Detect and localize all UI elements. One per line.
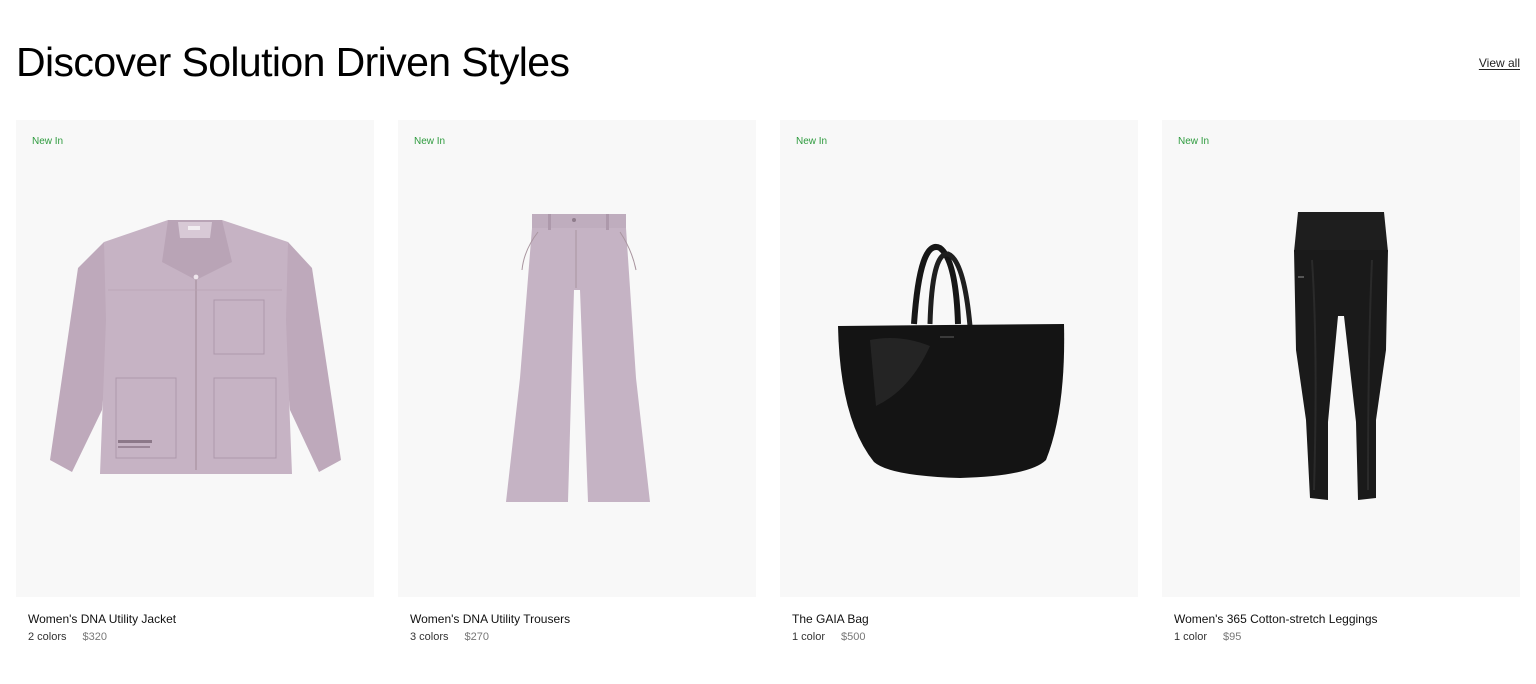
product-price: $270 bbox=[464, 631, 490, 643]
product-image[interactable]: New In bbox=[780, 120, 1138, 597]
product-info: Women's 365 Cotton-stretch Leggings 1 co… bbox=[1162, 597, 1520, 644]
product-info: The GAIA Bag 1 color $500 bbox=[780, 597, 1138, 644]
product-price: $320 bbox=[82, 631, 108, 643]
product-name[interactable]: The GAIA Bag bbox=[792, 612, 1126, 627]
trousers-icon bbox=[506, 214, 650, 502]
tote-bag-icon bbox=[838, 244, 1065, 478]
product-image[interactable]: New In bbox=[398, 120, 756, 597]
section-title: Discover Solution Driven Styles bbox=[16, 39, 570, 85]
product-name[interactable]: Women's DNA Utility Trousers bbox=[410, 612, 744, 627]
color-count: 1 color bbox=[1174, 631, 1208, 643]
product-card[interactable]: New In The GAIA Bag 1 color $500 bbox=[780, 120, 1138, 644]
new-in-badge: New In bbox=[796, 136, 828, 147]
color-count: 3 colors bbox=[410, 631, 449, 643]
new-in-badge: New In bbox=[414, 136, 446, 147]
color-count: 2 colors bbox=[28, 631, 67, 643]
product-meta: 3 colors $270 bbox=[410, 630, 744, 644]
new-in-badge: New In bbox=[1178, 136, 1210, 147]
product-meta: 2 colors $320 bbox=[28, 630, 362, 644]
product-meta: 1 color $95 bbox=[1174, 630, 1508, 644]
product-name[interactable]: Women's DNA Utility Jacket bbox=[28, 612, 362, 627]
section-header: Discover Solution Driven Styles View all bbox=[16, 34, 1520, 94]
jacket-icon bbox=[50, 220, 341, 474]
product-grid: New In Women's DNA Utility Jacket 2 colo… bbox=[16, 120, 1520, 644]
new-in-badge: New In bbox=[32, 136, 64, 147]
product-price: $95 bbox=[1223, 631, 1242, 643]
product-image[interactable]: New In bbox=[1162, 120, 1520, 597]
product-info: Women's DNA Utility Trousers 3 colors $2… bbox=[398, 597, 756, 644]
color-count: 1 color bbox=[792, 631, 826, 643]
product-meta: 1 color $500 bbox=[792, 630, 1126, 644]
product-price: $500 bbox=[841, 631, 866, 643]
view-all-link[interactable]: View all bbox=[1479, 55, 1520, 71]
leggings-icon bbox=[1294, 212, 1388, 500]
product-name[interactable]: Women's 365 Cotton-stretch Leggings bbox=[1174, 612, 1508, 627]
product-card[interactable]: New In Women's 365 Cotton-stretch Leggin… bbox=[1162, 120, 1520, 644]
product-card[interactable]: New In Women's DNA Utility Jacket 2 colo… bbox=[16, 120, 374, 644]
product-image[interactable]: New In bbox=[16, 120, 374, 597]
product-card[interactable]: New In Women's DNA Utility Trousers 3 co… bbox=[398, 120, 756, 644]
product-info: Women's DNA Utility Jacket 2 colors $320 bbox=[16, 597, 374, 644]
